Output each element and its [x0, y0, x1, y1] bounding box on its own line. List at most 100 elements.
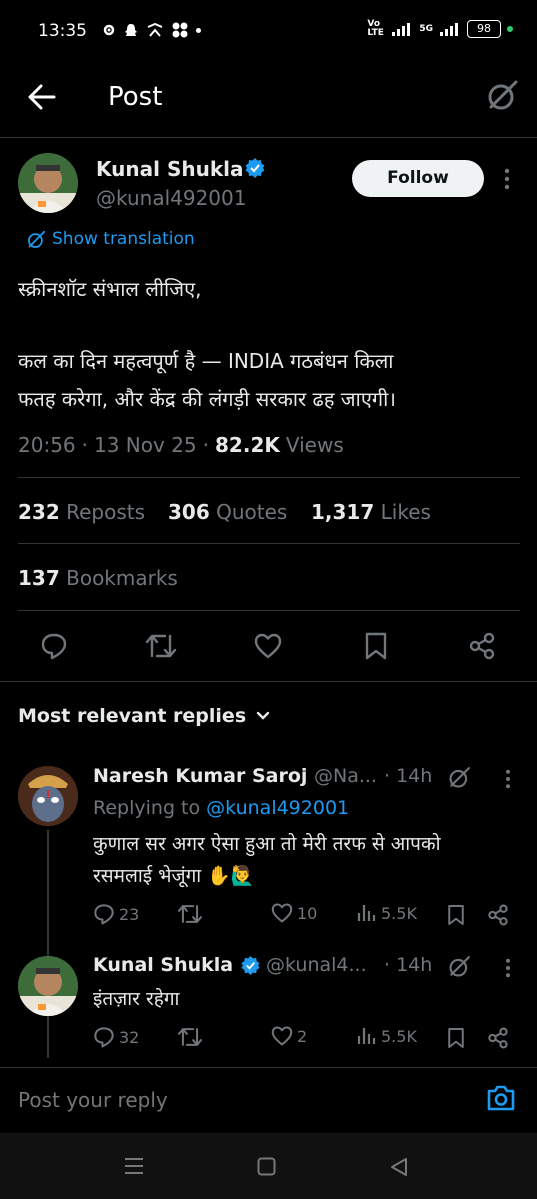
grok-icon[interactable] [485, 79, 519, 113]
reply-text-line-2: रसमलाई भेजूंगा ✋🙋‍♂️ [93, 865, 255, 887]
views-chart-icon [357, 905, 376, 921]
bookmarks-stat[interactable]: 137 Bookmarks [18, 566, 178, 590]
reply-author-handle[interactable]: @kunal4... [266, 954, 367, 976]
pinwheel-icon [172, 22, 188, 38]
reply-avatar-image [18, 766, 78, 826]
signal-2-icon [440, 23, 458, 36]
verified-badge-icon [245, 158, 265, 178]
reply-composer [0, 1067, 537, 1133]
share-icon[interactable] [468, 632, 496, 660]
signal-icon [392, 23, 411, 36]
bookmarks-label: Bookmarks [66, 566, 178, 590]
reply-like-action[interactable]: 2 [271, 1026, 307, 1046]
thread-line [47, 830, 49, 1058]
reply-comment-action[interactable]: 23 [93, 903, 139, 925]
translate-grok-icon [28, 230, 46, 248]
author-name[interactable]: Kunal Shukla [96, 157, 243, 181]
post-time: 20:56 [18, 433, 76, 457]
reposts-label: Reposts [66, 500, 146, 524]
reply-repost-action[interactable] [177, 903, 203, 925]
reply-views-count: 5.5K [381, 903, 417, 923]
home-square-icon[interactable] [257, 1157, 276, 1176]
reposts-stat[interactable]: 232 Reposts [18, 500, 145, 524]
like-heart-icon[interactable] [254, 633, 282, 659]
reply-repost-action[interactable] [177, 1026, 203, 1048]
recents-menu-icon[interactable] [123, 1157, 145, 1175]
reply-avatar[interactable] [18, 766, 78, 826]
repost-icon [177, 1028, 203, 1046]
author-handle[interactable]: @kunal492001 [96, 186, 246, 210]
divider [18, 543, 520, 544]
status-right: Vo LTE 5G 98 [367, 20, 513, 38]
reply-like-action[interactable]: 10 [271, 903, 317, 923]
reply-comment-action[interactable]: 32 [93, 1026, 139, 1048]
snapchat-icon [125, 23, 137, 36]
reposts-count: 232 [18, 500, 60, 524]
replying-to-prefix: Replying to [93, 797, 201, 819]
page-title: Post [108, 82, 163, 112]
reply-avatar[interactable] [18, 956, 78, 1016]
bookmark-icon[interactable] [364, 632, 388, 660]
reply-input[interactable] [18, 1084, 458, 1116]
reply-views-action[interactable]: 5.5K [357, 1026, 417, 1046]
reply-text-line-1: इंतज़ार रहेगा [93, 988, 180, 1010]
more-options-icon[interactable] [504, 168, 510, 190]
quotes-label: Quotes [216, 500, 288, 524]
battery-indicator: 98 [467, 20, 501, 38]
quotes-stat[interactable]: 306 Quotes [168, 500, 287, 524]
chevron-down-icon [256, 711, 270, 720]
repost-icon[interactable] [145, 632, 177, 660]
back-triangle-icon[interactable] [389, 1157, 409, 1177]
reply-time: · 14h [384, 954, 433, 976]
bookmark-icon[interactable] [447, 904, 465, 926]
replying-to-handle[interactable]: @kunal492001 [206, 797, 349, 819]
divider [18, 477, 520, 478]
reply-icon[interactable] [40, 632, 68, 660]
post-date: 13 Nov 25 [94, 433, 197, 457]
reply-author-name[interactable]: Kunal Shukla [93, 954, 233, 976]
reply-avatar-image [18, 956, 78, 1016]
grok-icon[interactable] [447, 766, 471, 790]
status-bar: 13:35 Vo LTE 5G 98 [0, 0, 537, 62]
privacy-dot [507, 26, 513, 32]
shake-icon [147, 23, 163, 37]
reply-comment-count: 32 [119, 1027, 140, 1047]
reply-more-icon[interactable] [505, 769, 511, 789]
grok-icon[interactable] [447, 955, 471, 979]
meta-separator: · [81, 433, 88, 457]
show-translation-link[interactable]: Show translation [52, 229, 195, 249]
replies-sort-dropdown[interactable]: Most relevant replies [18, 705, 270, 727]
divider [0, 681, 537, 682]
post-text-line-3: फतह करेगा, और केंद्र की लंगड़ी सरकार ढह … [18, 387, 396, 411]
back-arrow-icon[interactable] [28, 84, 56, 110]
author-photo [18, 153, 78, 213]
quotes-count: 306 [168, 500, 210, 524]
share-icon[interactable] [487, 904, 509, 926]
reply-comment-count: 23 [119, 904, 140, 924]
likes-count: 1,317 [311, 500, 375, 524]
reply-text-line-1: कुणाल सर अगर ऐसा हुआ तो मेरी तरफ से आपको [93, 833, 441, 855]
reply-views-count: 5.5K [381, 1026, 417, 1046]
views-label: Views [285, 433, 344, 457]
share-icon[interactable] [487, 1027, 509, 1049]
post-text-line-1: स्क्रीनशॉट संभाल लीजिए, [18, 277, 202, 301]
reply-author-name[interactable]: Naresh Kumar Saroj [93, 765, 307, 787]
reply-time: · 14h [384, 765, 433, 787]
bookmark-icon[interactable] [447, 1027, 465, 1049]
reply-icon [94, 1027, 114, 1048]
reply-author-handle[interactable]: @Na... [314, 765, 377, 787]
reply-like-count: 10 [297, 903, 318, 923]
camera-icon[interactable] [486, 1084, 516, 1112]
author-avatar[interactable] [18, 153, 78, 213]
reply-views-action[interactable]: 5.5K [357, 903, 417, 923]
network-type: 5G [419, 24, 433, 34]
reply-more-icon[interactable] [505, 958, 511, 978]
volte-indicator: Vo LTE [367, 19, 384, 38]
settings-icon [103, 24, 115, 36]
bookmarks-count: 137 [18, 566, 60, 590]
follow-button[interactable]: Follow [352, 160, 484, 197]
likes-stat[interactable]: 1,317 Likes [311, 500, 431, 524]
like-heart-icon [271, 1026, 293, 1046]
views-count: 82.2K [215, 433, 280, 457]
post-meta: 20:56 · 13 Nov 25 · 82.2K Views [18, 433, 344, 457]
